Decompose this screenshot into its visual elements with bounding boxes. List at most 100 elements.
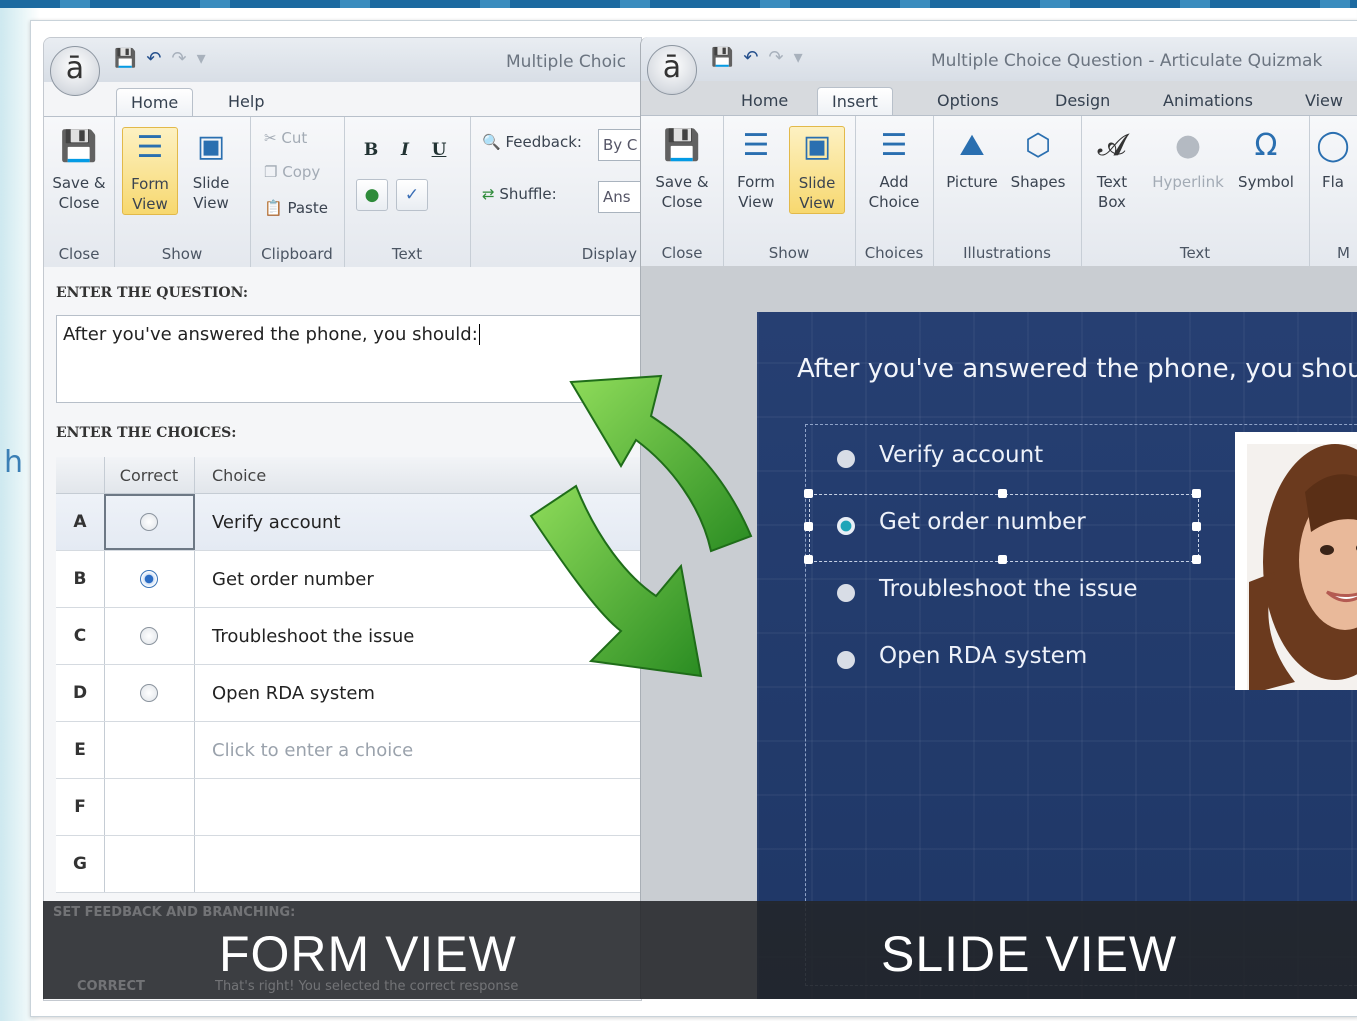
choice-cell[interactable]: Open RDA system [212, 665, 375, 721]
group-label: Clipboard [261, 245, 333, 263]
correct-radio[interactable] [140, 627, 158, 645]
screenshot-frame: 💾↶↷▾ Multiple Choic ā Home Help 💾 Save & … [30, 20, 1357, 1017]
group-show: ☰ Form View ▣ Slide View Show [114, 117, 251, 267]
choices-label: ENTER THE CHOICES: [56, 425, 237, 441]
feedback-label: 🔍 Feedback: [482, 133, 582, 151]
group-label: Choices [864, 244, 924, 262]
correct-cell[interactable] [104, 494, 195, 550]
correct-radio[interactable] [140, 513, 158, 531]
choice-cell[interactable]: Get order number [212, 551, 374, 607]
undo-icon[interactable]: ↶ [743, 47, 768, 68]
tab-home[interactable]: Home [116, 88, 194, 117]
color-icon[interactable]: ● [356, 179, 388, 211]
shuffle-select[interactable]: Ans [598, 181, 641, 213]
slide-option-4[interactable]: Open RDA system [879, 643, 1087, 669]
app-menu-button[interactable]: ā [647, 45, 697, 95]
slide-option-2[interactable]: Get order number [879, 509, 1086, 535]
resize-handle[interactable] [804, 555, 813, 564]
form-view-icon: ☰ [136, 130, 164, 165]
slide-question[interactable]: After you've answered the phone, you sho… [797, 354, 1357, 384]
table-row[interactable]: F [56, 779, 641, 836]
window-title: Multiple Choic [506, 52, 627, 72]
group-label: M [1337, 244, 1350, 262]
tab-design[interactable]: Design [1041, 87, 1124, 115]
customize-icon[interactable]: ▾ [794, 47, 813, 68]
swap-arrows-icon [529, 374, 753, 678]
shapes-button[interactable]: ⬡ Shapes [1005, 126, 1071, 192]
copy-button[interactable]: ❐ Copy [264, 163, 320, 181]
save-close-button[interactable]: 💾 Save & Close [651, 126, 713, 212]
flash-button[interactable]: ◯ Fla [1313, 126, 1353, 192]
resize-handle[interactable] [1192, 555, 1201, 564]
resize-handle[interactable] [998, 489, 1007, 498]
slide-view-button[interactable]: ▣ Slide View [789, 126, 845, 214]
redo-icon[interactable]: ↷ [172, 48, 197, 69]
add-choice-button[interactable]: ☰ Add Choice [863, 126, 925, 212]
correct-cell[interactable] [104, 779, 195, 835]
app-menu-button[interactable]: ā [50, 46, 100, 96]
form-view-button[interactable]: ☰ Form View [122, 127, 178, 215]
save-close-icon: 💾 [60, 129, 98, 164]
flash-icon: ◯ [1316, 128, 1350, 163]
redo-icon[interactable]: ↷ [769, 47, 794, 68]
tab-view[interactable]: View [1291, 87, 1357, 115]
slide[interactable]: After you've answered the phone, you sho… [757, 312, 1357, 999]
correct-cell[interactable] [104, 608, 195, 664]
tab-insert[interactable]: Insert [817, 87, 893, 116]
resize-handle[interactable] [998, 555, 1007, 564]
slide-option-1[interactable]: Verify account [879, 442, 1043, 468]
tab-help[interactable]: Help [214, 88, 278, 116]
row-letter: F [56, 779, 105, 835]
correct-cell[interactable] [104, 836, 195, 892]
text-box-button[interactable]: 𝓐 Text Box [1085, 126, 1139, 212]
symbol-button[interactable]: Ω Symbol [1233, 126, 1299, 192]
correct-radio[interactable] [140, 570, 158, 588]
underline-button[interactable]: U [424, 135, 454, 165]
table-row[interactable]: G [56, 836, 641, 893]
table-row[interactable]: E Click to enter a choice [56, 722, 641, 779]
caption-bar: SET FEEDBACK AND BRANCHING: CORRECT That… [43, 901, 1357, 999]
resize-handle[interactable] [1192, 489, 1201, 498]
resize-handle[interactable] [804, 522, 813, 531]
slide-view-button[interactable]: ▣ Slide View [184, 127, 238, 213]
undo-icon[interactable]: ↶ [146, 48, 171, 69]
quick-access-toolbar[interactable]: 💾↶↷▾ [114, 48, 216, 69]
resize-handle[interactable] [1192, 522, 1201, 531]
shapes-icon: ⬡ [1024, 128, 1052, 163]
header-correct: Correct [104, 457, 195, 493]
correct-cell[interactable] [104, 722, 195, 778]
correct-radio[interactable] [140, 684, 158, 702]
feedback-select[interactable]: By C [598, 129, 641, 161]
resize-handle[interactable] [804, 489, 813, 498]
quick-access-toolbar[interactable]: 💾↶↷▾ [711, 47, 813, 68]
picture-button[interactable]: ⛰ Picture [939, 126, 1005, 192]
customize-icon[interactable]: ▾ [197, 48, 216, 69]
correct-cell[interactable] [104, 551, 195, 607]
italic-button[interactable]: I [390, 135, 420, 165]
save-close-button[interactable]: 💾 Save & Close [48, 127, 110, 213]
tab-home[interactable]: Home [727, 87, 802, 115]
save-icon[interactable]: 💾 [711, 47, 743, 68]
paste-button[interactable]: 📋 Paste [264, 199, 328, 217]
tab-options[interactable]: Options [923, 87, 1013, 115]
save-icon[interactable]: 💾 [114, 48, 146, 69]
choice-cell[interactable]: Verify account [212, 494, 341, 550]
bold-button[interactable]: B [356, 135, 386, 165]
correct-cell[interactable] [104, 665, 195, 721]
slide-option-3[interactable]: Troubleshoot the issue [879, 576, 1138, 602]
agent-photo[interactable] [1235, 432, 1357, 690]
spellcheck-icon[interactable]: ✓ [396, 179, 428, 211]
tab-animations[interactable]: Animations [1149, 87, 1267, 115]
choice-cell[interactable]: Click to enter a choice [212, 722, 413, 778]
cut-button[interactable]: ✂ Cut [264, 129, 307, 147]
form-view-button[interactable]: ☰ Form View [729, 126, 783, 212]
option-bullet-1 [837, 450, 855, 468]
option-bullet-3 [837, 584, 855, 602]
group-text: 𝓐 Text Box ● Hyperlink Ω Symbol Text [1081, 116, 1310, 266]
hyperlink-button[interactable]: ● Hyperlink [1145, 126, 1231, 192]
group-clipboard: ✂ Cut ❐ Copy 📋 Paste Clipboard [250, 117, 345, 267]
group-show: ☰ Form View ▣ Slide View Show [723, 116, 856, 266]
choice-cell[interactable]: Troubleshoot the issue [212, 608, 414, 664]
save-close-icon: 💾 [663, 128, 701, 163]
symbol-icon: Ω [1254, 128, 1278, 163]
